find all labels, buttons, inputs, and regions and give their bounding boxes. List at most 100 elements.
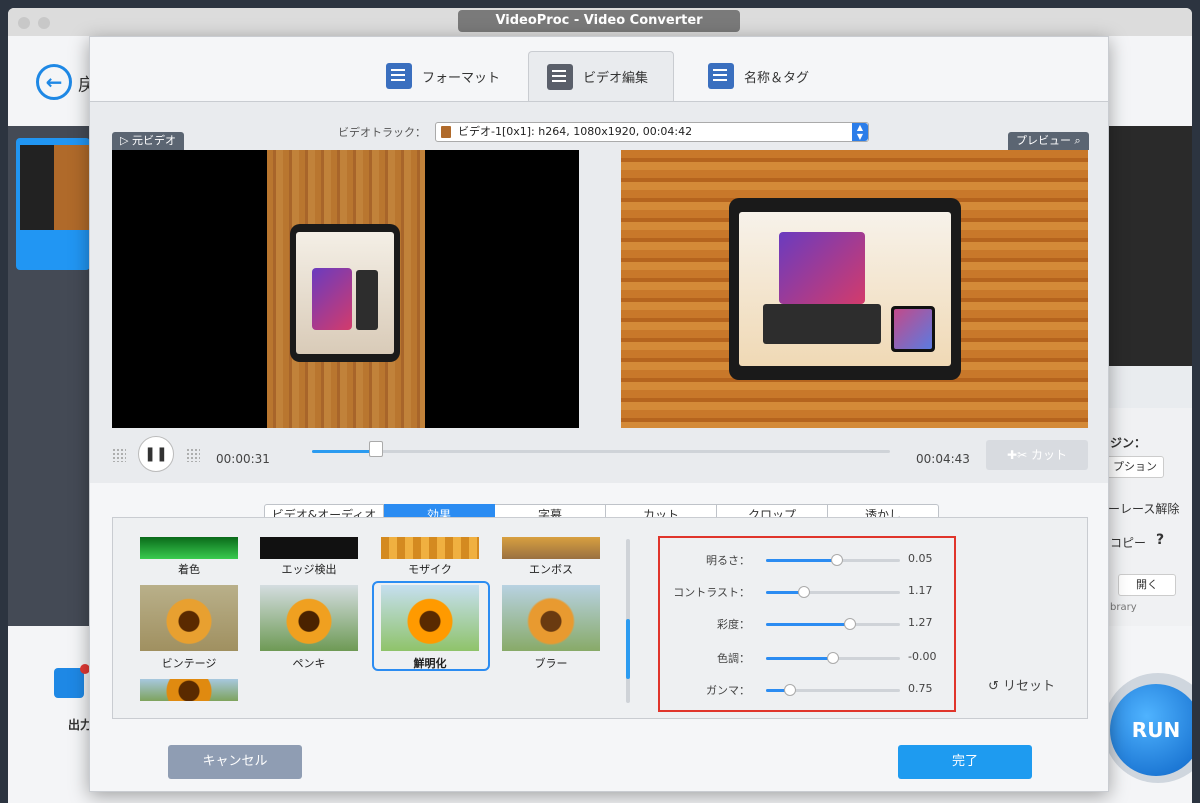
main-tab-bar: フォーマット ビデオ編集 名称＆タグ <box>90 37 1108 101</box>
timeline-slider[interactable] <box>312 441 890 457</box>
select-stepper-icon: ▲ ▼ <box>852 123 868 141</box>
effect-sharpen-label: 鮮明化 <box>413 657 447 670</box>
effect-colorize-thumb[interactable] <box>140 537 238 559</box>
video-track-value: ビデオ-1[0x1]: h264, 1080x1920, 00:04:42 <box>458 125 693 138</box>
preview-label: プレビュー ⌕ <box>1008 132 1089 150</box>
tab-video-edit[interactable]: ビデオ編集 <box>528 51 674 101</box>
hue-slider[interactable] <box>766 652 900 664</box>
effect-colorize-label: 着色 <box>178 563 200 576</box>
copy-label[interactable]: コピー <box>1110 534 1146 551</box>
effect-edge-thumb[interactable] <box>260 537 358 559</box>
open-button[interactable]: 開く <box>1118 574 1176 596</box>
effect-vintage-label: ビンテージ <box>161 657 217 670</box>
brightness-slider[interactable] <box>766 554 900 566</box>
effect-blur-thumb[interactable] <box>502 585 600 651</box>
effect-paint-thumb[interactable] <box>260 585 358 651</box>
brightness-value: 0.05 <box>908 552 933 565</box>
contrast-handle[interactable] <box>797 586 810 598</box>
effect-paint-label: ペンキ <box>292 657 326 670</box>
source-video-label: ▷ 元ビデオ <box>112 132 184 150</box>
effect-next-thumb[interactable] <box>140 679 238 701</box>
frame-back-icon[interactable] <box>112 448 126 462</box>
reset-button[interactable]: ↺ リセット <box>988 675 1055 694</box>
saturation-label: 彩度： <box>717 618 750 631</box>
tab-format[interactable]: フォーマット <box>368 51 518 101</box>
preview-label-text: プレビュー <box>1016 134 1071 147</box>
preview-video <box>621 150 1088 428</box>
option-button[interactable]: プション <box>1106 456 1164 478</box>
window-title: VideoProc - Video Converter <box>458 10 740 32</box>
tablet-image <box>290 224 400 362</box>
contrast-label: コントラスト： <box>673 586 750 599</box>
tab-name-tag[interactable]: 名称＆タグ <box>690 51 827 101</box>
hue-label: 色調： <box>717 652 750 665</box>
saturation-handle[interactable] <box>844 618 857 630</box>
effects-scrollbar[interactable] <box>626 539 630 703</box>
window-close-icon[interactable] <box>18 17 30 29</box>
reset-history-icon: ↺ <box>988 679 999 694</box>
video-edit-dialog: フォーマット ビデオ編集 名称＆タグ ビデオトラック： ビデオ-1[0x1]: … <box>89 36 1109 792</box>
total-time: 00:04:43 <box>916 452 970 466</box>
effect-edge-label: エッジ検出 <box>281 563 337 576</box>
hue-handle[interactable] <box>827 652 839 664</box>
timeline-handle[interactable] <box>368 441 383 457</box>
hue-value: -0.00 <box>908 650 937 663</box>
brightness-handle[interactable] <box>831 554 844 566</box>
deinterlace-label[interactable]: ーレース解除 <box>1108 500 1179 517</box>
saturation-slider[interactable] <box>766 618 900 630</box>
gamma-value: 0.75 <box>908 682 933 695</box>
pause-icon: ❚❚ <box>144 446 168 462</box>
contrast-value: 1.17 <box>908 584 933 597</box>
reset-label: リセット <box>1003 679 1056 694</box>
cut-button[interactable]: ✚✂ カット <box>986 440 1088 470</box>
contrast-row: コントラスト： 1.17 <box>660 582 954 602</box>
brightness-fill <box>766 559 838 562</box>
effect-mosaic-thumb[interactable] <box>381 537 479 559</box>
effect-vintage-thumb[interactable] <box>140 585 238 651</box>
gamma-slider[interactable] <box>766 684 900 696</box>
hue-row: 色調： -0.00 <box>660 648 954 668</box>
done-button[interactable]: 完了 <box>898 745 1032 779</box>
scissors-icon: ✚✂ <box>1007 448 1028 462</box>
phone-image <box>891 306 935 352</box>
saturation-value: 1.27 <box>908 616 933 629</box>
cut-button-label: カット <box>1030 448 1067 462</box>
back-arrow-icon[interactable]: ← <box>36 64 72 100</box>
video-edit-icon <box>547 63 573 90</box>
run-button[interactable]: RUN <box>1110 684 1192 776</box>
tab-name-tag-label: 名称＆タグ <box>744 70 810 86</box>
effect-blur-label: ブラー <box>534 657 568 670</box>
effect-emboss-label: エンボス <box>529 563 573 576</box>
effects-scroll-thumb[interactable] <box>626 619 630 679</box>
search-icon[interactable]: ⌕ <box>1075 134 1081 147</box>
contrast-slider[interactable] <box>766 586 900 598</box>
help-icon[interactable]: ? <box>1156 532 1164 548</box>
effect-emboss-thumb[interactable] <box>502 537 600 559</box>
brightness-label: 明るさ： <box>706 554 750 567</box>
library-label: brary <box>1110 602 1137 613</box>
right-preview-area <box>1108 126 1192 366</box>
gamma-row: ガンマ： 0.75 <box>660 680 954 700</box>
adjustments-group: 明るさ： 0.05 コントラスト： 1.17 彩度： 1.27 色調： -0.0… <box>658 536 956 712</box>
video-track-label: ビデオトラック： <box>338 126 426 139</box>
hue-fill <box>766 657 833 660</box>
cancel-button[interactable]: キャンセル <box>168 745 302 779</box>
frame-forward-icon[interactable] <box>186 448 200 462</box>
pause-button[interactable]: ❚❚ <box>138 436 174 472</box>
video-track-select[interactable]: ビデオ-1[0x1]: h264, 1080x1920, 00:04:42 ▲ ▼ <box>435 122 869 142</box>
effect-sharpen-thumb[interactable] <box>381 585 479 651</box>
video-thumbnail-image <box>54 145 90 230</box>
window-minimize-icon[interactable] <box>38 17 50 29</box>
saturation-row: 彩度： 1.27 <box>660 614 954 634</box>
saturation-fill <box>766 623 851 626</box>
tab-format-label: フォーマット <box>422 70 501 86</box>
video-edit-content: ビデオトラック： ビデオ-1[0x1]: h264, 1080x1920, 00… <box>90 101 1108 483</box>
engine-label: ジン： <box>1110 436 1147 450</box>
timeline-progress <box>312 450 376 453</box>
gamma-label: ガンマ： <box>706 684 750 697</box>
gamma-handle[interactable] <box>784 684 797 696</box>
current-time: 00:00:31 <box>216 452 270 466</box>
source-video <box>112 150 579 428</box>
output-icon[interactable] <box>54 668 84 698</box>
format-settings-icon <box>386 63 412 89</box>
